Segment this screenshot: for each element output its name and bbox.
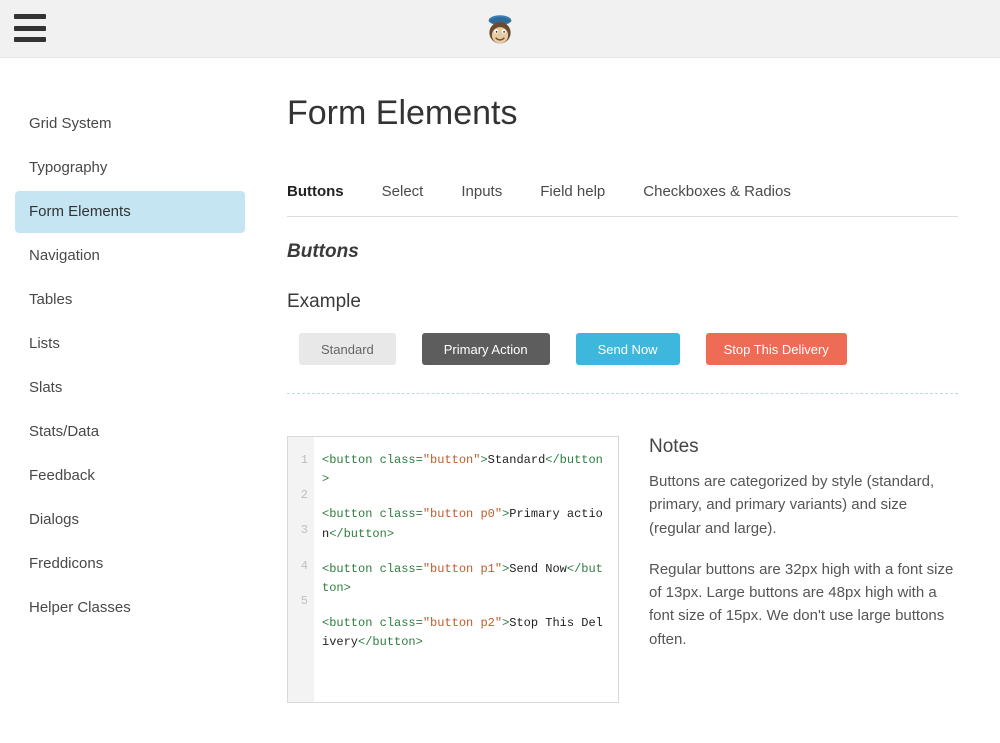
tabs: Buttons Select Inputs Field help Checkboxes … — [287, 183, 958, 217]
sidebar-item[interactable]: Form Elements — [15, 191, 245, 233]
top-bar — [0, 0, 1000, 58]
send-now-button[interactable]: Send Now — [576, 333, 680, 365]
sidebar-item[interactable]: Navigation — [15, 235, 245, 277]
tab[interactable]: Select — [382, 183, 424, 200]
primary-action-button[interactable]: Primary Action — [422, 333, 550, 365]
code-line-number: 4 — [292, 549, 308, 584]
code-line: <button class="button p1">Send Now</butt… — [322, 552, 610, 606]
code-line-number: 1 — [292, 443, 308, 478]
tab[interactable]: Checkboxes & Radios — [643, 183, 791, 200]
menu-icon[interactable] — [14, 14, 46, 42]
sidebar-item[interactable]: Stats/Data — [15, 411, 245, 453]
code-line: <button class="button">Standard</button> — [322, 443, 610, 497]
code-line: <button class="button p2">Stop This Deli… — [322, 606, 610, 660]
sidebar-item[interactable]: Dialogs — [15, 499, 245, 541]
page-title: Form Elements — [287, 94, 958, 133]
sidebar-item[interactable]: Slats — [15, 367, 245, 409]
code-line-number: 3 — [292, 513, 308, 548]
notes: Notes Buttons are categorized by style (… — [649, 436, 958, 703]
notes-heading: Notes — [649, 436, 958, 458]
standard-button[interactable]: Standard — [299, 333, 396, 365]
sidebar-item[interactable]: Typography — [15, 147, 245, 189]
code-line: <button class="button p0">Primary action… — [322, 497, 610, 551]
sidebar-item[interactable]: Tables — [15, 279, 245, 321]
sidebar-item[interactable]: Freddicons — [15, 543, 245, 585]
code-line-number: 5 — [292, 584, 308, 619]
notes-paragraph: Regular buttons are 32px high with a fon… — [649, 558, 958, 651]
code-line-number: 2 — [292, 478, 308, 513]
sidebar: Grid SystemTypographyForm ElementsNaviga… — [0, 88, 245, 743]
tab[interactable]: Field help — [540, 183, 605, 200]
section-title: Buttons — [287, 241, 958, 263]
sidebar-item[interactable]: Helper Classes — [15, 587, 245, 629]
sidebar-item[interactable]: Grid System — [15, 103, 245, 145]
sidebar-item[interactable]: Lists — [15, 323, 245, 365]
example-label: Example — [287, 291, 958, 313]
code-line — [322, 661, 610, 696]
button-examples: Standard Primary Action Send Now Stop Th… — [287, 333, 958, 394]
stop-delivery-button[interactable]: Stop This Delivery — [706, 333, 847, 365]
tab[interactable]: Buttons — [287, 183, 344, 200]
notes-paragraph: Buttons are categorized by style (standa… — [649, 470, 958, 540]
tab[interactable]: Inputs — [461, 183, 502, 200]
sidebar-item[interactable]: Feedback — [15, 455, 245, 497]
code-example: 12345 <button class="button">Standard</b… — [287, 436, 619, 703]
main-content: Form Elements Buttons Select Inputs Field h… — [245, 88, 1000, 743]
brand-logo — [480, 9, 520, 49]
